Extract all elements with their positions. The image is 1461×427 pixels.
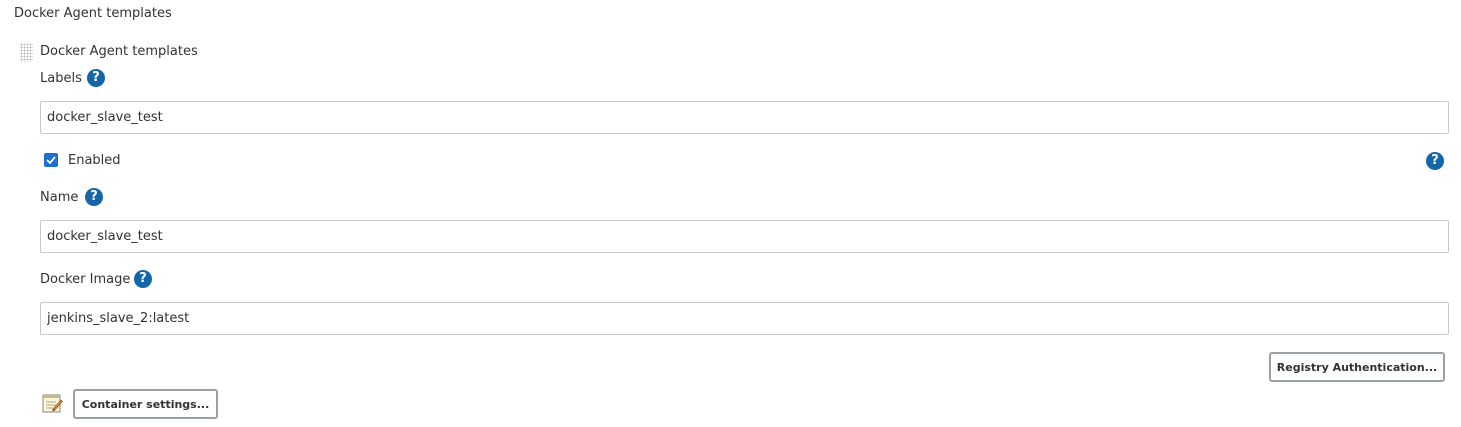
- labels-label: Labels: [40, 71, 82, 86]
- enabled-checkbox[interactable]: [44, 153, 58, 167]
- template-title: Docker Agent templates: [40, 44, 198, 59]
- registry-authentication-button[interactable]: Registry Authentication...: [1269, 352, 1445, 382]
- container-settings-button[interactable]: Container settings...: [73, 389, 218, 419]
- docker-image-input[interactable]: [40, 302, 1449, 335]
- enabled-label: Enabled: [68, 153, 121, 168]
- labels-help-icon[interactable]: ?: [87, 69, 105, 87]
- docker-image-label: Docker Image: [40, 272, 131, 287]
- name-label: Name: [40, 190, 79, 205]
- labels-input[interactable]: [40, 101, 1449, 134]
- enabled-help-icon[interactable]: ?: [1426, 152, 1444, 170]
- checkmark-icon: [46, 156, 56, 164]
- drag-handle[interactable]: [20, 43, 33, 62]
- notepad-icon: [42, 394, 63, 413]
- name-input[interactable]: [40, 220, 1449, 253]
- name-help-icon[interactable]: ?: [85, 188, 103, 206]
- docker-image-help-icon[interactable]: ?: [134, 270, 152, 288]
- section-title: Docker Agent templates: [14, 6, 172, 21]
